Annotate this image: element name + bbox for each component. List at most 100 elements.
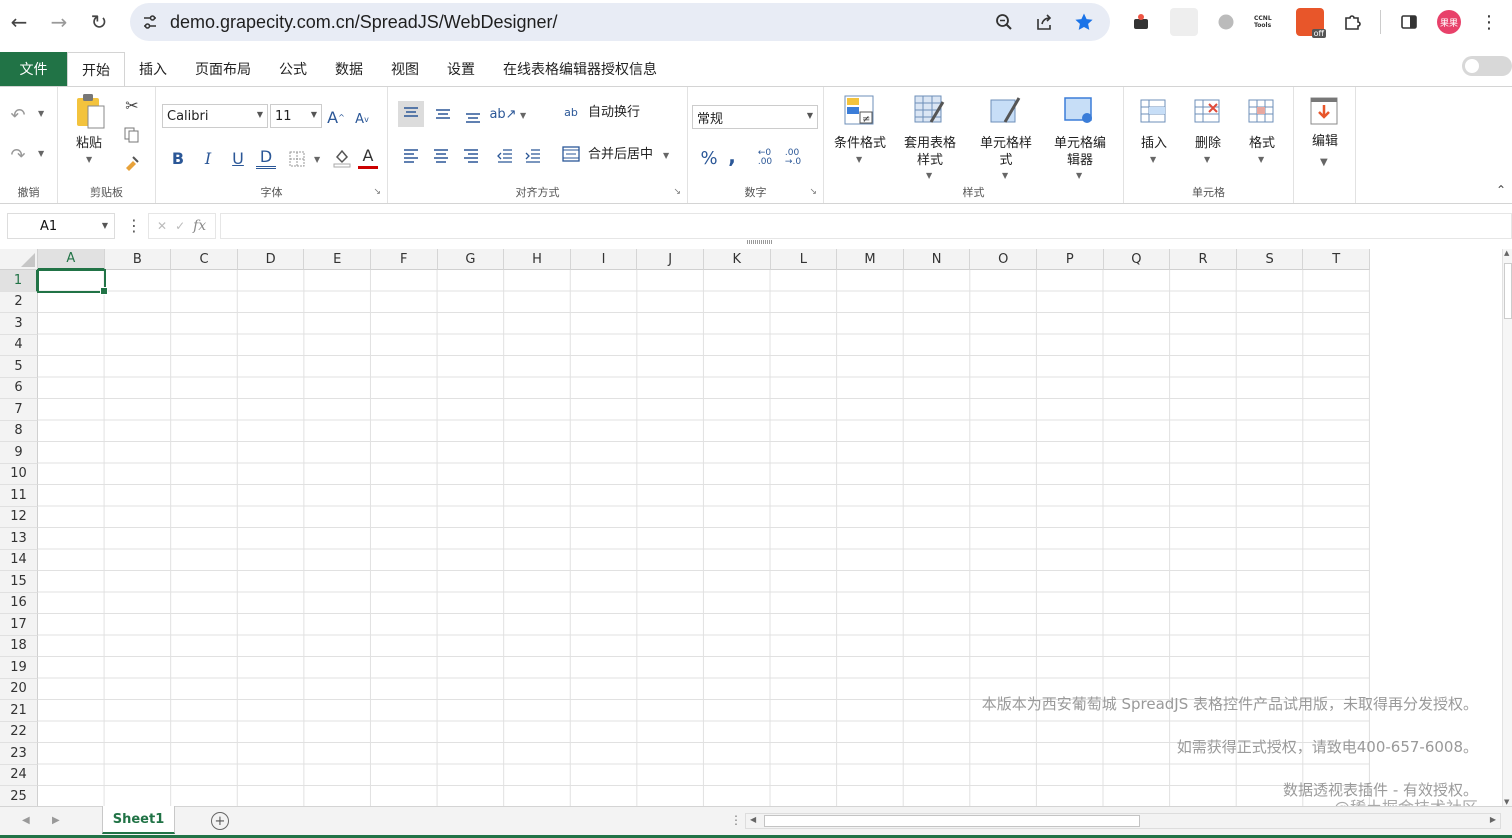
align-center-icon[interactable] <box>428 143 454 169</box>
row-header[interactable]: 1 <box>0 270 38 292</box>
site-info-icon[interactable] <box>138 10 162 34</box>
row-header[interactable]: 24 <box>0 764 38 786</box>
column-header[interactable]: R <box>1170 249 1237 270</box>
borders-dropdown-icon[interactable]: ▼ <box>314 155 320 164</box>
conditional-format-icon[interactable]: ≠ <box>842 93 876 127</box>
vertical-scroll-thumb[interactable] <box>1504 263 1512 319</box>
insert-cells-label[interactable]: 插入 <box>1134 135 1174 152</box>
copy-icon[interactable] <box>122 125 142 145</box>
row-header[interactable]: 7 <box>0 399 38 421</box>
increase-font-icon[interactable]: A ^ <box>326 107 346 127</box>
column-header[interactable]: F <box>371 249 438 270</box>
cell-style-icon[interactable] <box>988 93 1022 127</box>
increase-decimal-icon[interactable]: ←0.00 <box>752 147 778 169</box>
wrap-text-label[interactable]: 自动换行 <box>588 104 640 121</box>
edit-icon[interactable] <box>1308 95 1340 127</box>
tab-page-layout[interactable]: 页面布局 <box>181 52 265 86</box>
column-header[interactable]: K <box>704 249 771 270</box>
merge-center-icon[interactable] <box>560 143 582 165</box>
row-header[interactable]: 15 <box>0 571 38 593</box>
conditional-format-dropdown-icon[interactable]: ▼ <box>856 155 862 164</box>
collapse-ribbon-icon[interactable]: ⌃ <box>1496 183 1506 197</box>
decrease-font-icon[interactable]: Av <box>352 109 372 129</box>
scroll-right-icon[interactable]: ▶ <box>1490 815 1496 824</box>
column-header[interactable]: H <box>504 249 571 270</box>
cell-editor-dropdown-icon[interactable]: ▼ <box>1076 171 1082 180</box>
edit-dropdown-icon[interactable]: ▼ <box>1320 157 1328 168</box>
column-header[interactable]: S <box>1236 249 1304 270</box>
column-header[interactable]: Q <box>1103 249 1171 270</box>
font-family-select[interactable]: Calibri ▼ <box>162 104 268 128</box>
profile-avatar[interactable]: 果果 <box>1437 10 1461 34</box>
align-right-icon[interactable] <box>458 143 484 169</box>
insert-function-icon[interactable]: fx <box>193 218 206 234</box>
fill-color-icon[interactable] <box>332 147 352 169</box>
share-icon[interactable] <box>1032 11 1056 33</box>
row-header[interactable]: 8 <box>0 420 38 442</box>
back-icon[interactable]: ← <box>4 7 34 37</box>
row-header[interactable]: 21 <box>0 700 38 722</box>
column-header[interactable]: T <box>1303 249 1370 270</box>
extension-off-icon[interactable]: off <box>1296 8 1326 38</box>
row-header[interactable]: 14 <box>0 549 38 571</box>
scroll-down-icon[interactable]: ▼ <box>1504 798 1509 806</box>
row-header[interactable]: 19 <box>0 657 38 679</box>
tab-formulas[interactable]: 公式 <box>265 52 321 86</box>
decrease-decimal-icon[interactable]: .00 →.0 <box>780 147 806 169</box>
tab-view[interactable]: 视图 <box>377 52 433 86</box>
cell-area[interactable] <box>38 270 1370 806</box>
active-cell-a1[interactable] <box>37 269 108 295</box>
double-underline-icon[interactable]: D <box>256 147 276 169</box>
redo-icon[interactable]: ↷ <box>6 145 30 166</box>
extension-ccnl-icon[interactable]: CCNL Tools <box>1254 8 1282 36</box>
cell-style-dropdown-icon[interactable]: ▼ <box>1002 171 1008 180</box>
percent-icon[interactable]: % <box>698 147 720 169</box>
format-cells-icon[interactable] <box>1246 97 1276 125</box>
edit-label[interactable]: 编辑 <box>1305 133 1345 150</box>
row-header[interactable]: 5 <box>0 356 38 378</box>
row-header[interactable]: 17 <box>0 614 38 636</box>
ribbon-toggle-switch[interactable] <box>1462 56 1512 76</box>
tab-license-info[interactable]: 在线表格编辑器授权信息 <box>489 52 671 86</box>
insert-cells-dropdown-icon[interactable]: ▼ <box>1150 155 1156 164</box>
format-painter-icon[interactable] <box>122 153 142 173</box>
column-header[interactable]: D <box>237 249 305 270</box>
merge-center-label[interactable]: 合并后居中 <box>588 146 653 163</box>
undo-dropdown-icon[interactable]: ▼ <box>38 109 44 118</box>
row-header[interactable]: 10 <box>0 463 38 485</box>
row-header[interactable]: 9 <box>0 442 38 464</box>
column-header[interactable]: B <box>104 249 172 270</box>
column-header[interactable]: N <box>903 249 971 270</box>
cell-style-label[interactable]: 单元格样式 <box>976 135 1036 169</box>
column-header[interactable]: I <box>570 249 638 270</box>
scroll-left-icon[interactable]: ◀ <box>750 815 756 824</box>
name-box-dropdown-icon[interactable]: ▼ <box>102 221 108 230</box>
row-header[interactable]: 22 <box>0 721 38 743</box>
zoom-icon[interactable] <box>992 11 1016 33</box>
vertical-scrollbar[interactable]: ▲ ▼ <box>1502 249 1512 806</box>
table-style-icon[interactable] <box>912 93 946 127</box>
table-style-dropdown-icon[interactable]: ▼ <box>926 171 932 180</box>
column-header[interactable]: O <box>970 249 1037 270</box>
tab-insert[interactable]: 插入 <box>125 52 181 86</box>
cut-icon[interactable]: ✂ <box>122 95 142 115</box>
merge-dropdown-icon[interactable]: ▼ <box>663 151 669 160</box>
url-text[interactable]: demo.grapecity.com.cn/SpreadJS/WebDesign… <box>170 12 558 33</box>
align-bottom-icon[interactable] <box>460 103 486 129</box>
align-middle-icon[interactable] <box>430 101 456 127</box>
conditional-format-label[interactable]: 条件格式 <box>830 135 890 152</box>
horizontal-scroll-thumb[interactable] <box>764 815 1140 827</box>
row-header[interactable]: 25 <box>0 786 38 806</box>
reload-icon[interactable]: ↻ <box>84 7 114 37</box>
browser-menu-icon[interactable]: ⋮ <box>1475 8 1503 36</box>
font-size-select[interactable]: 11 ▼ <box>270 104 322 128</box>
increase-indent-icon[interactable] <box>520 143 546 169</box>
column-header[interactable]: C <box>171 249 238 270</box>
tab-data[interactable]: 数据 <box>321 52 377 86</box>
align-top-icon[interactable] <box>398 101 424 127</box>
row-header[interactable]: 16 <box>0 592 38 614</box>
tab-file[interactable]: 文件 <box>0 52 67 86</box>
extension-globe-icon[interactable] <box>1212 8 1240 36</box>
paste-dropdown-icon[interactable]: ▼ <box>86 155 92 164</box>
column-header[interactable]: M <box>837 249 904 270</box>
